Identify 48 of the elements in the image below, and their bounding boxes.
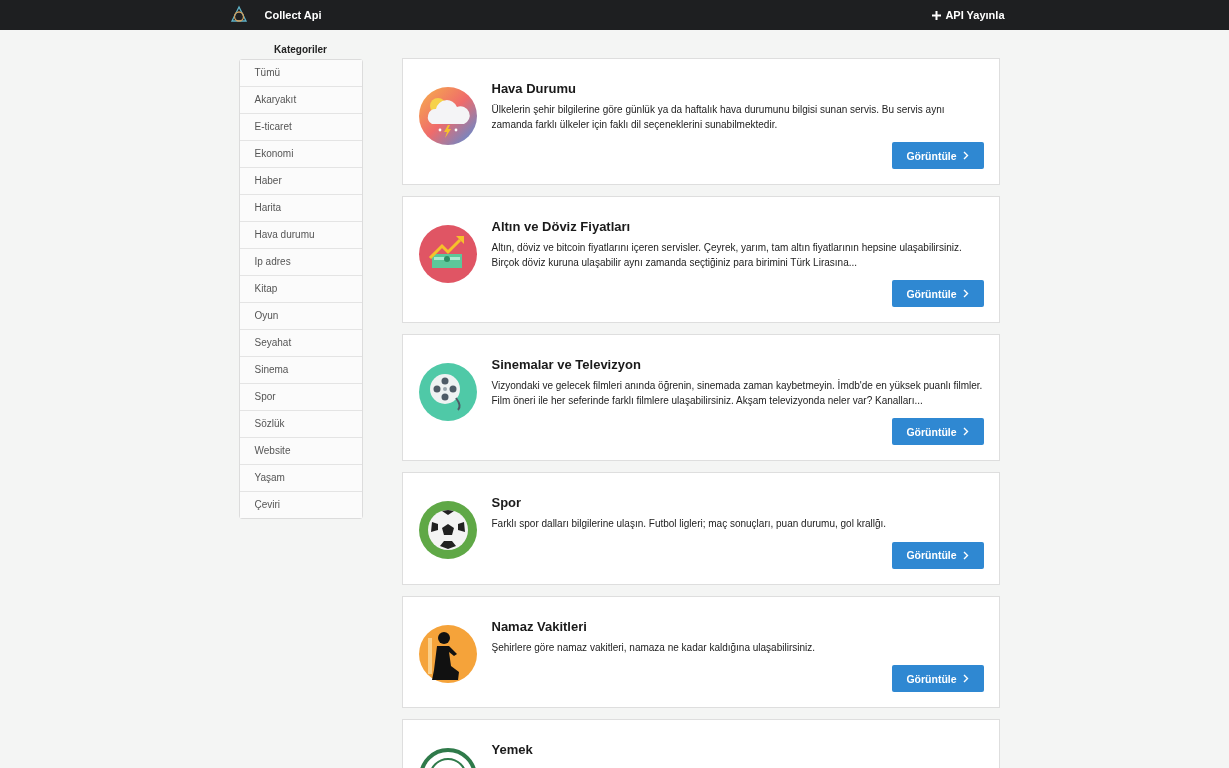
category-item[interactable]: E-ticaret xyxy=(239,113,362,140)
sidebar-heading: Kategoriler xyxy=(273,44,328,55)
chevron-right-icon xyxy=(962,151,969,160)
category-item[interactable]: Spor xyxy=(239,383,362,410)
category-item[interactable]: Hava durumu xyxy=(239,221,362,248)
chevron-right-icon xyxy=(962,550,969,560)
category-item[interactable]: Ip adres xyxy=(239,248,362,275)
card-title: Sinemalar ve Televizyon xyxy=(491,357,642,372)
category-item[interactable]: Sözlük xyxy=(239,410,362,437)
film-reel-icon xyxy=(417,362,478,422)
plus-icon xyxy=(932,10,942,20)
card-description: Farklı spor dalları bilgilerine ulaşın. Futbol ligleri; maç sonuçları, puan durumu, gol krallğı. xyxy=(491,517,888,531)
category-item[interactable]: Kitap xyxy=(239,275,362,302)
soccer-ball-icon xyxy=(417,500,478,560)
category-item[interactable]: Akaryakıt xyxy=(239,86,362,113)
publish-api-link[interactable]: API Yayınla xyxy=(932,9,1005,21)
weather-icon xyxy=(417,86,478,146)
category-item[interactable]: Seyahat xyxy=(239,329,362,356)
category-item[interactable]: Harita xyxy=(239,194,362,221)
card-description: Şehirlere göre namaz vakitleri, namaza ne kadar kaldığına ulaşabilirsiniz. xyxy=(491,640,816,655)
chevron-right-icon xyxy=(962,289,969,298)
view-button[interactable]: Görüntüle xyxy=(891,142,984,169)
card-title: Hava Durumu xyxy=(491,81,578,96)
category-item[interactable]: Çeviri xyxy=(239,491,362,518)
category-item[interactable]: Yaşam xyxy=(239,464,362,491)
category-item[interactable]: Ekonomi xyxy=(239,140,362,167)
chevron-right-icon xyxy=(962,427,969,436)
category-item[interactable]: Haber xyxy=(239,167,362,194)
money-icon xyxy=(417,224,478,284)
card-title: Altın ve Döviz Fiyatları xyxy=(491,219,632,234)
chevron-right-icon xyxy=(962,674,969,683)
praying-figure-icon xyxy=(417,623,478,684)
card-description: Vizyondaki ve gelecek filmleri anında öğrenin, sinemada zaman kaybetmeyin. İmdb'de en yüksek puanlı filmler. Film öneri ile her seferinde farklı filmlere ulaşabilirsiniz. Akşam televizyonda neler var? Kanalları... xyxy=(491,379,984,408)
category-item[interactable]: Sinema xyxy=(239,356,362,383)
view-button[interactable]: Görüntüle xyxy=(891,665,984,692)
card-description: Ülkelerin şehir bilgilerine göre günlük ya da haftalık hava durumunu bilgisi sunan servis. Bu servis aynı zamanda farklı ülkeler için faklı dil seçeneklerini sunabilmektedir. xyxy=(491,103,946,132)
view-button[interactable]: Görüntüle xyxy=(891,418,984,445)
category-item[interactable]: Tümü xyxy=(239,60,362,86)
category-item[interactable]: Website xyxy=(239,437,362,464)
card-description: Altın, döviz ve bitcoin fiyatlarını içeren servisler. Çeyrek, yarım, tam altın fiyatlarının hepsine ulaşabilirsiniz. Birçok döviz kuruna ulaşabilir aynı zamanda seçtiğiniz para birimini Türk Lirasına... xyxy=(491,241,963,270)
category-item[interactable]: Oyun xyxy=(239,302,362,329)
card-title: Spor xyxy=(491,495,523,510)
view-button[interactable]: Görüntüle xyxy=(891,541,984,569)
card-title: Yemek xyxy=(491,742,534,757)
site-title[interactable]: Collect Api xyxy=(264,9,322,21)
view-button[interactable]: Görüntüle xyxy=(891,280,984,307)
card-title: Namaz Vakitleri xyxy=(491,618,588,634)
triquetra-logo-icon[interactable] xyxy=(228,5,249,25)
